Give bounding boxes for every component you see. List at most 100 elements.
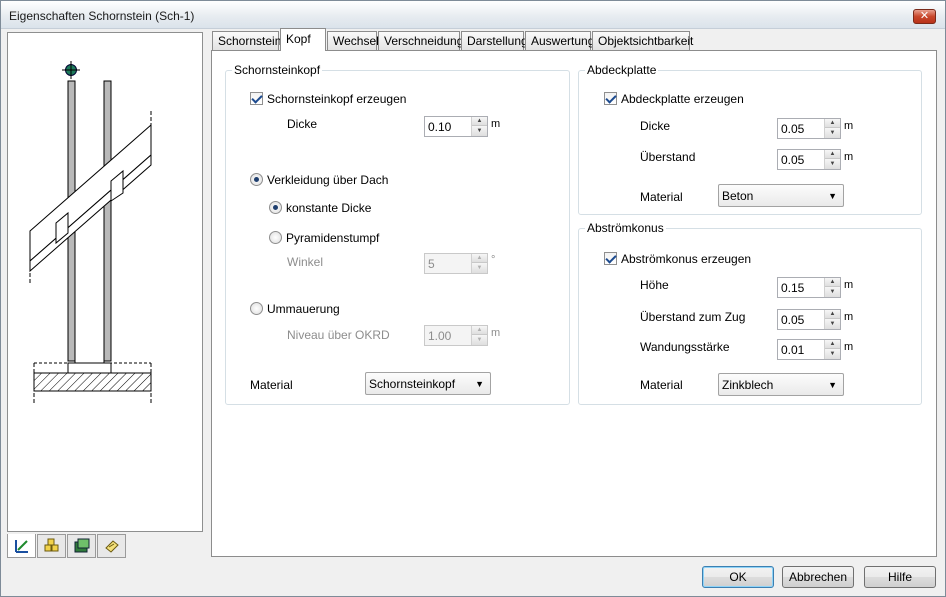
stepper-buttons: ▲ ▼ xyxy=(824,310,840,329)
abdeckplatte-create-checkbox[interactable] xyxy=(604,92,617,105)
ummauerung-radio[interactable] xyxy=(250,302,263,315)
window-title: Eigenschaften Schornstein (Sch-1) xyxy=(9,9,195,23)
abstroemkonus-hoehe-value: 0.15 xyxy=(781,281,805,295)
niveau-unit: m xyxy=(491,327,501,339)
abstroemkonus-ueberstand-value: 0.05 xyxy=(781,313,805,327)
winkel-unit: ° xyxy=(491,254,496,266)
stepper-buttons: ▲ ▼ xyxy=(824,119,840,138)
stepper-up-icon[interactable]: ▲ xyxy=(472,326,487,335)
view-tab-blocks[interactable] xyxy=(37,534,66,558)
abdeckplatte-legend: Abdeckplatte xyxy=(587,63,657,77)
close-icon: ✕ xyxy=(919,10,930,22)
stepper-down-icon[interactable]: ▼ xyxy=(825,349,840,359)
kopf-tab-panel: Schornsteinkopf Schornsteinkopf erzeugen… xyxy=(211,50,937,557)
stepper-buttons: ▲ ▼ xyxy=(824,340,840,359)
abstroemkonus-hoehe-stepper[interactable]: 0.15 ▲ ▼ xyxy=(777,277,841,298)
stepper-down-icon[interactable]: ▼ xyxy=(825,128,840,138)
cancel-button[interactable]: Abbrechen xyxy=(782,566,854,588)
stepper-up-icon[interactable]: ▲ xyxy=(472,254,487,263)
niveau-stepper[interactable]: 1.00 ▲ ▼ xyxy=(424,325,488,346)
tab-darstellung[interactable]: Darstellung xyxy=(461,31,528,50)
stepper-buttons: ▲ ▼ xyxy=(824,150,840,169)
abstroemkonus-legend: Abströmkonus xyxy=(587,221,664,235)
abdeckplatte-ueberstand-label: Überstand xyxy=(640,150,696,164)
winkel-stepper[interactable]: 5 ▲ ▼ xyxy=(424,253,488,274)
schornsteinkopf-material-label: Material xyxy=(250,378,293,392)
tab-schornstein[interactable]: Schornstein xyxy=(212,31,281,50)
schornsteinkopf-dicke-stepper[interactable]: 0.10 ▲ ▼ xyxy=(424,116,488,137)
tab-objektsichtbarkeit[interactable]: Objektsichtbarkeit xyxy=(592,31,693,50)
abdeckplatte-dicke-value: 0.05 xyxy=(781,122,805,136)
stepper-up-icon[interactable]: ▲ xyxy=(825,150,840,159)
stepper-down-icon[interactable]: ▼ xyxy=(825,159,840,169)
schornsteinkopf-dicke-value: 0.10 xyxy=(428,120,452,134)
blocks-icon xyxy=(44,538,58,552)
abdeckplatte-ueberstand-value: 0.05 xyxy=(781,153,805,167)
stepper-buttons: ▲ ▼ xyxy=(471,254,487,273)
abstroemkonus-wandung-stepper[interactable]: 0.01 ▲ ▼ xyxy=(777,339,841,360)
abstroemkonus-material-value: Zinkblech xyxy=(722,378,774,392)
schornsteinkopf-create-label: Schornsteinkopf erzeugen xyxy=(267,92,407,106)
stepper-down-icon[interactable]: ▼ xyxy=(472,126,487,136)
stepper-up-icon[interactable]: ▲ xyxy=(825,278,840,287)
tab-wechsel[interactable]: Wechsel xyxy=(327,31,379,50)
verkleidung-radio[interactable] xyxy=(250,173,263,186)
properties-dialog: Eigenschaften Schornstein (Sch-1) ✕ Scho… xyxy=(0,0,946,597)
niveau-label: Niveau über OKRD xyxy=(287,328,390,342)
tab-kopf[interactable]: Kopf xyxy=(280,28,326,51)
abdeckplatte-ueberstand-unit: m xyxy=(844,151,854,163)
abstroemkonus-ueberstand-stepper[interactable]: 0.05 ▲ ▼ xyxy=(777,309,841,330)
chimney-section-drawing xyxy=(29,61,152,405)
stepper-up-icon[interactable]: ▲ xyxy=(825,310,840,319)
abstroemkonus-wandung-label: Wandungsstärke xyxy=(640,340,730,354)
3d-view-icon xyxy=(74,538,89,553)
close-button[interactable]: ✕ xyxy=(913,9,936,24)
abstroemkonus-material-select[interactable]: Zinkblech ▼ xyxy=(718,373,844,396)
pyramidenstumpf-label: Pyramidenstumpf xyxy=(286,231,380,245)
pyramidenstumpf-radio[interactable] xyxy=(269,231,282,244)
stepper-buttons: ▲ ▼ xyxy=(471,326,487,345)
winkel-label: Winkel xyxy=(287,255,324,269)
konstante-dicke-radio[interactable] xyxy=(269,201,282,214)
view-tab-3d[interactable] xyxy=(67,534,96,558)
view-tab-drawing[interactable] xyxy=(7,534,36,558)
schornsteinkopf-legend: Schornsteinkopf xyxy=(234,63,321,77)
abstroemkonus-create-checkbox[interactable] xyxy=(604,252,617,265)
help-button[interactable]: Hilfe xyxy=(864,566,936,588)
ok-button[interactable]: OK xyxy=(702,566,774,588)
chevron-down-icon: ▼ xyxy=(475,379,484,389)
abdeckplatte-dicke-stepper[interactable]: 0.05 ▲ ▼ xyxy=(777,118,841,139)
niveau-value: 1.00 xyxy=(428,329,452,343)
tab-auswertung[interactable]: Auswertung xyxy=(525,31,594,50)
abstroemkonus-hoehe-unit: m xyxy=(844,279,854,291)
abdeckplatte-dicke-unit: m xyxy=(844,120,854,132)
chimney-top-marker xyxy=(62,61,80,79)
stepper-down-icon[interactable]: ▼ xyxy=(472,263,487,273)
chimney-preview-pane xyxy=(7,32,203,532)
stepper-down-icon[interactable]: ▼ xyxy=(825,287,840,297)
stepper-up-icon[interactable]: ▲ xyxy=(472,117,487,126)
abdeckplatte-create-label: Abdeckplatte erzeugen xyxy=(621,92,744,106)
stepper-down-icon[interactable]: ▼ xyxy=(472,335,487,345)
abdeckplatte-ueberstand-stepper[interactable]: 0.05 ▲ ▼ xyxy=(777,149,841,170)
view-tab-material[interactable] xyxy=(97,534,126,558)
stepper-up-icon[interactable]: ▲ xyxy=(825,119,840,128)
schornsteinkopf-create-checkbox[interactable] xyxy=(250,92,263,105)
stepper-up-icon[interactable]: ▲ xyxy=(825,340,840,349)
abdeckplatte-material-select[interactable]: Beton ▼ xyxy=(718,184,844,207)
konstante-dicke-label: konstante Dicke xyxy=(286,201,372,215)
material-icon xyxy=(104,540,119,553)
abstroemkonus-material-label: Material xyxy=(640,378,683,392)
stepper-down-icon[interactable]: ▼ xyxy=(825,319,840,329)
stepper-buttons: ▲ ▼ xyxy=(824,278,840,297)
winkel-value: 5 xyxy=(428,257,435,271)
abstroemkonus-create-label: Abströmkonus erzeugen xyxy=(621,252,752,266)
floor-slab xyxy=(33,362,152,405)
schornsteinkopf-dicke-unit: m xyxy=(491,118,501,130)
schornsteinkopf-material-value: Schornsteinkopf xyxy=(369,377,456,391)
schornsteinkopf-material-select[interactable]: Schornsteinkopf ▼ xyxy=(365,372,491,395)
chevron-down-icon: ▼ xyxy=(828,380,837,390)
flue-wall-right xyxy=(103,80,112,362)
abdeckplatte-material-value: Beton xyxy=(722,189,754,203)
tab-verschneidung[interactable]: Verschneidung xyxy=(378,31,463,50)
